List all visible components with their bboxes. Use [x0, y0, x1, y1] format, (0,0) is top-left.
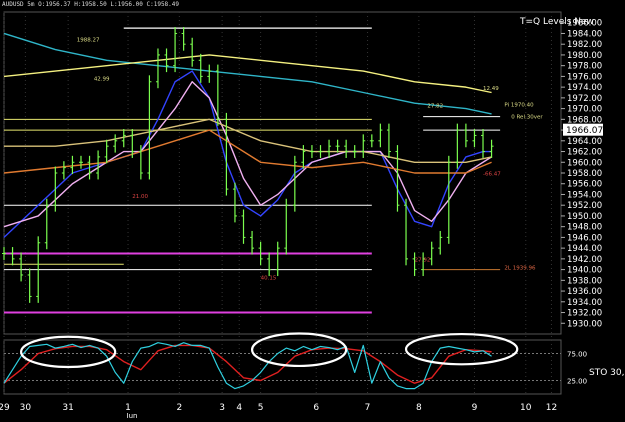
series-ma_cyan [3, 32, 492, 115]
price-axis-label: 1954.00 [567, 190, 602, 200]
stoch-title: STO 30, [589, 368, 624, 378]
price-axis-label: 1984.00 [567, 29, 602, 39]
price-annotation: 27.82 [427, 104, 443, 110]
stoch-axis-label: 75.00 [567, 351, 587, 359]
price-axis-label: 1946.00 [567, 233, 602, 243]
x-axis-label: 29 [0, 403, 10, 413]
x-axis-label: 8 [416, 403, 422, 413]
highlight-ellipse [250, 332, 348, 368]
price-axis-label: 1978.00 [567, 62, 602, 72]
price-axis-label: 1952.00 [567, 201, 602, 211]
price-annotation: Pi 1970.40 [504, 102, 534, 108]
price-annotation: 27.92 [415, 258, 431, 264]
price-annotation: 0 Rel.30ver [511, 114, 543, 120]
price-axis-label: 1938.00 [567, 276, 602, 286]
symbol-header: AUDUSD 5m O:1956.37 H:1958.50 L:1956.00 … [2, 1, 180, 8]
price-annotation: 2L 1939.96 [504, 266, 536, 272]
current-price-label: 1966.07 [566, 126, 603, 136]
price-annotation: 1988.27 [77, 38, 100, 44]
price-axis-label: 1982.00 [567, 40, 602, 50]
chart-root: AUDUSD 5m O:1956.37 H:1958.50 L:1956.00 … [0, 0, 625, 420]
price-axis-label: 1964.00 [567, 137, 602, 147]
price-annotation: 12.49 [483, 86, 499, 92]
price-axis-label: 1940.00 [567, 266, 602, 276]
x-axis-label: 5 [258, 403, 264, 413]
price-annotation: -66.47 [483, 172, 501, 178]
price-axis-label: 1944.00 [567, 244, 602, 254]
price-panel-frame [3, 11, 562, 335]
x-axis-label: 30 [20, 403, 32, 413]
price-axis-label: 1976.00 [567, 72, 602, 82]
price-axis-label: 1948.00 [567, 223, 602, 233]
price-axis-label: 1974.00 [567, 83, 602, 93]
x-axis-label: 9 [472, 403, 478, 413]
price-axis-label: 1932.00 [567, 309, 602, 319]
price-axis-label: 1936.00 [567, 287, 602, 297]
price-axis-label: 1956.00 [567, 180, 602, 190]
indicator-title: T=Q Levels New [519, 17, 594, 27]
price-axis-label: 1942.00 [567, 255, 602, 265]
price-axis-label: 1972.00 [567, 94, 602, 104]
price-annotation: 40.15 [261, 275, 277, 281]
x-axis-label: 31 [62, 403, 73, 413]
price-axis-label: 1950.00 [567, 212, 602, 222]
price-annotation: 21.00 [132, 194, 148, 200]
x-axis-label: 2 [176, 403, 182, 413]
price-axis-label: 1970.00 [567, 105, 602, 115]
price-axis-label: 1960.00 [567, 158, 602, 168]
x-axis-label: 12 [546, 403, 557, 413]
x-axis-label: 10 [520, 403, 532, 413]
price-axis-label: 1980.00 [567, 51, 602, 61]
stoch-axis-label: 25.00 [567, 378, 587, 386]
x-axis-label: 6 [313, 403, 319, 413]
price-axis-label: 1934.00 [567, 298, 602, 308]
price-axis-label: 1930.00 [567, 319, 602, 329]
x-axis-label: 4 [236, 403, 242, 413]
x-axis-sublabel: Jun [126, 412, 138, 418]
chart-svg: 1930.001932.001934.001936.001938.001940.… [0, 11, 624, 420]
price-axis-label: 1962.00 [567, 148, 602, 158]
highlight-ellipse [20, 335, 117, 369]
price-annotation: 42.99 [94, 77, 110, 83]
x-axis-label: 3 [219, 403, 225, 413]
x-axis-label: 7 [365, 403, 371, 413]
price-axis-label: 1958.00 [567, 169, 602, 179]
